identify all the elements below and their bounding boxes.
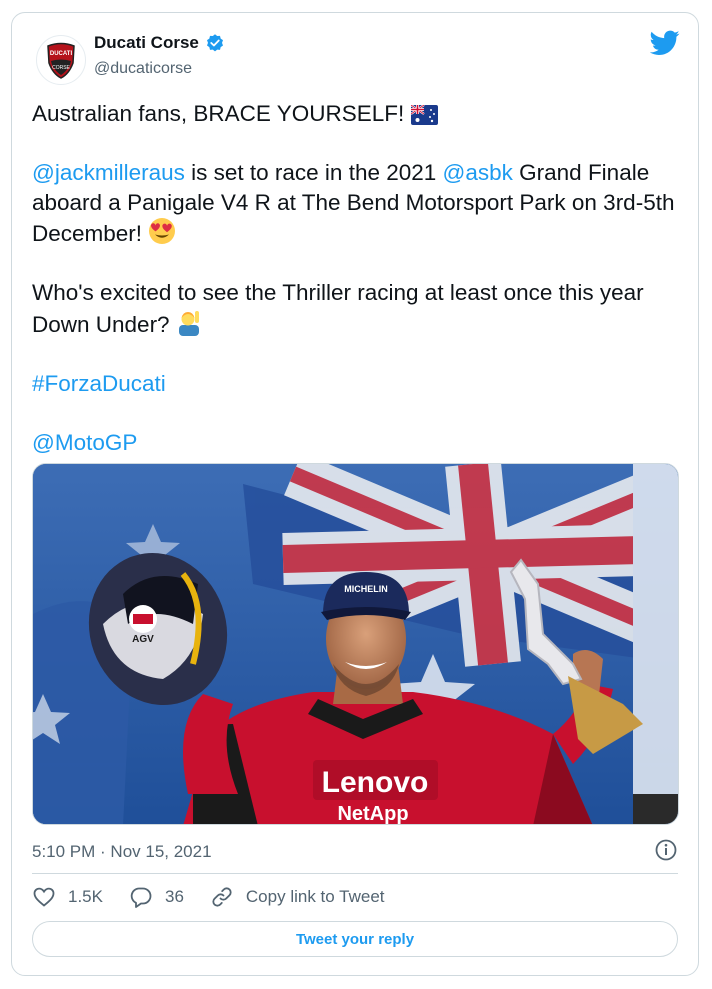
cap-logo-text: MICHELIN	[344, 584, 388, 594]
twitter-bird-icon[interactable]	[650, 30, 680, 56]
person-raising-hand-emoji-icon	[178, 310, 199, 336]
author-display-name[interactable]: Ducati Corse	[94, 33, 199, 53]
tweet-body: Australian fans, BRACE YOURSELF! @jackmi…	[32, 99, 682, 487]
logo-text-bottom: CORSE	[52, 65, 70, 71]
copy-link-button[interactable]: Copy link to Tweet	[210, 885, 385, 909]
tweet-timestamp[interactable]: 5:10 PM · Nov 15, 2021	[32, 842, 212, 862]
reply-bubble-icon	[130, 887, 152, 908]
tweet-paragraph-4: #ForzaDucati	[32, 369, 682, 399]
action-divider	[32, 873, 678, 874]
heart-eyes-emoji-icon	[149, 218, 176, 244]
author-avatar[interactable]: DUCATI CORSE	[36, 35, 86, 85]
info-icon[interactable]	[654, 838, 678, 862]
tweet-line-1: Australian fans, BRACE YOURSELF!	[32, 101, 405, 126]
logo-text-top: DUCATI	[50, 51, 73, 57]
mention-jackmilleraus[interactable]: @jackmilleraus	[32, 160, 185, 185]
suit-sponsor-netapp: NetApp	[337, 803, 408, 825]
author-handle[interactable]: @ducaticorse	[94, 60, 192, 78]
reply-count: 36	[164, 887, 184, 906]
tweet-actions: 1.5K 36 Copy link to Tweet	[32, 885, 411, 909]
tweet-paragraph-3: Who's excited to see the Thriller racing…	[32, 278, 682, 339]
tweet-text-segment: Who's excited to see the Thriller racing…	[32, 280, 644, 337]
jack-miller-podium-photo: Lenovo NetApp MICHELIN AGV	[33, 464, 678, 825]
heart-icon	[33, 887, 55, 907]
hashtag-forzaducati[interactable]: #ForzaDucati	[32, 371, 166, 396]
ducati-logo-icon: DUCATI CORSE	[47, 42, 75, 79]
copy-link-label: Copy link to Tweet	[245, 887, 385, 906]
suit-sponsor-lenovo: Lenovo	[322, 766, 429, 799]
like-button[interactable]: 1.5K	[32, 885, 103, 909]
tweet-paragraph-2: @jackmilleraus is set to race in the 202…	[32, 158, 682, 249]
helmet-logo-text: AGV	[132, 634, 154, 645]
tweet-text-segment: is set to race in the 2021	[184, 160, 443, 185]
reply-action-button[interactable]: 36	[129, 885, 184, 909]
mention-motogp[interactable]: @MotoGP	[32, 430, 137, 455]
tweet-photo[interactable]: Lenovo NetApp MICHELIN AGV	[32, 463, 679, 825]
tweet-your-reply-button[interactable]: Tweet your reply	[32, 921, 678, 957]
australia-flag-icon	[410, 105, 438, 125]
tweet-card: DUCATI CORSE Ducati Corse @ducaticorse A…	[11, 12, 699, 976]
tweet-paragraph-5: @MotoGP	[32, 428, 682, 458]
mention-asbk[interactable]: @asbk	[443, 160, 513, 185]
verified-badge-icon	[206, 34, 223, 52]
like-count: 1.5K	[68, 887, 103, 906]
link-icon	[212, 887, 232, 907]
tweet-paragraph-1: Australian fans, BRACE YOURSELF!	[32, 99, 682, 129]
